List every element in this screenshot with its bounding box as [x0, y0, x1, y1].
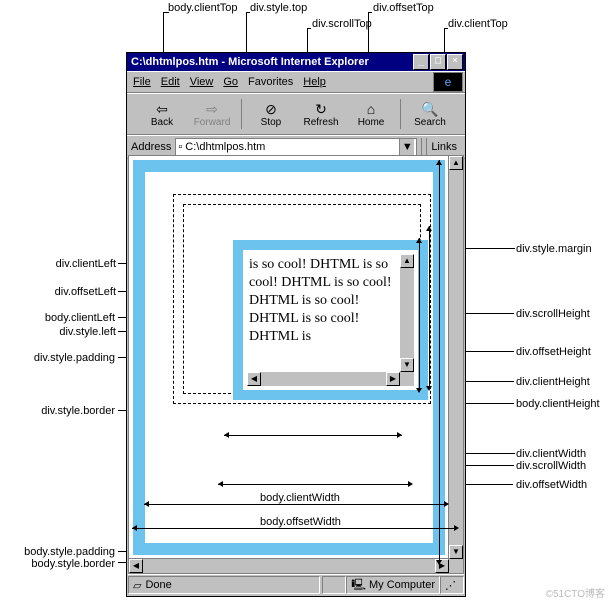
lbl-div-clientWidth: div.clientWidth	[516, 448, 586, 460]
lbl-div-clientHeight: div.clientHeight	[516, 376, 590, 388]
lbl-div-scrollWidth: div.scrollWidth	[516, 460, 586, 472]
viewport: is so cool! DHTML is so cool! DHTML is s…	[128, 155, 464, 574]
lbl-div-offsetWidth: div.offsetWidth	[516, 479, 587, 491]
div-scrollbar-v[interactable]: ▲ ▼	[400, 254, 414, 372]
lbl-div-clientTop: div.clientTop	[448, 18, 508, 30]
back-button[interactable]: ⇦Back	[137, 101, 187, 128]
chevron-down-icon[interactable]: ▼	[399, 139, 414, 155]
forward-arrow-icon: ⇨	[206, 101, 218, 117]
menu-file[interactable]: File	[133, 76, 151, 88]
lbl-div-clientLeft: div.clientLeft	[26, 258, 116, 270]
arrow-div-clientWidth	[224, 435, 402, 436]
div-padding: is so cool! DHTML is so cool! DHTML is s…	[243, 250, 418, 390]
minimize-button[interactable]: _	[413, 54, 429, 70]
line	[163, 12, 169, 13]
scroll-corner	[449, 559, 463, 573]
window-title: C:\dhtmlpos.htm - Microsoft Internet Exp…	[129, 56, 413, 68]
lbl-div-style-padding: div.style.padding	[5, 352, 115, 364]
scroll-up-icon[interactable]: ▲	[400, 254, 414, 268]
scroll-down-icon[interactable]: ▼	[449, 545, 463, 559]
links-label[interactable]: Links	[426, 138, 461, 156]
lbl-div-offsetHeight: div.offsetHeight	[516, 346, 591, 358]
lbl-body-clientWidth: body.clientWidth	[260, 492, 340, 504]
refresh-icon: ↻	[315, 101, 327, 117]
scroll-right-icon[interactable]: ▶	[386, 372, 400, 386]
div-element: is so cool! DHTML is so cool! DHTML is s…	[233, 240, 428, 400]
back-arrow-icon: ⇦	[156, 101, 168, 117]
menubar: File Edit View Go Favorites Help e	[127, 71, 465, 93]
line	[368, 12, 372, 13]
separator	[421, 138, 422, 156]
maximize-button[interactable]: □	[430, 54, 446, 70]
lbl-body-clientLeft: body.clientLeft	[5, 312, 115, 324]
refresh-button[interactable]: ↻Refresh	[296, 101, 346, 128]
lbl-div-scrollHeight: div.scrollHeight	[516, 308, 590, 320]
lbl-body-offsetWidth: body.offsetWidth	[260, 516, 341, 528]
menu-edit[interactable]: Edit	[161, 76, 180, 88]
toolbar: ⇦Back ⇨Forward ⊘Stop ↻Refresh ⌂Home 🔍Sea…	[127, 93, 465, 135]
scroll-left-icon[interactable]: ◀	[247, 372, 261, 386]
arrow-body-offsetWidth	[132, 528, 454, 529]
lbl-div-scrollTop: div.scrollTop	[312, 18, 372, 30]
close-button[interactable]: ×	[447, 54, 463, 70]
line	[444, 28, 448, 29]
status-spacer	[322, 576, 346, 594]
address-label: Address	[131, 141, 171, 153]
div-scrollbar-h[interactable]: ◀ ▶	[247, 372, 400, 386]
arrow-body-clientHeight	[439, 160, 440, 560]
scroll-up-icon[interactable]: ▲	[449, 156, 463, 170]
lbl-div-offsetLeft: div.offsetLeft	[26, 286, 116, 298]
watermark: ©51CTO博客	[546, 585, 605, 600]
forward-button[interactable]: ⇨Forward	[187, 101, 237, 128]
lbl-div-style-top: div.style.top	[250, 2, 307, 14]
lbl-body-style-border: body.style.border	[0, 558, 115, 570]
search-button[interactable]: 🔍Search	[405, 101, 455, 128]
lbl-div-style-border: div.style.border	[10, 405, 115, 417]
div-content: is so cool! DHTML is so cool! DHTML is s…	[247, 254, 400, 372]
home-icon: ⌂	[367, 101, 375, 117]
menu-go[interactable]: Go	[223, 76, 238, 88]
menu-favorites[interactable]: Favorites	[248, 76, 293, 88]
status-zone: 🖳My Computer	[346, 576, 440, 594]
home-button[interactable]: ⌂Home	[346, 101, 396, 128]
line	[246, 12, 250, 13]
separator	[241, 99, 242, 129]
lbl-body-clientHeight: body.clientHeight	[516, 398, 600, 410]
body-padding: is so cool! DHTML is so cool! DHTML is s…	[145, 172, 433, 543]
lbl-body-clientTop: body.clientTop	[168, 2, 238, 14]
address-value: C:\dhtmlpos.htm	[185, 139, 265, 155]
stop-button[interactable]: ⊘Stop	[246, 101, 296, 128]
lbl-div-style-margin: div.style.margin	[516, 243, 592, 255]
stop-icon: ⊘	[265, 101, 277, 117]
titlebar[interactable]: C:\dhtmlpos.htm - Microsoft Internet Exp…	[127, 53, 465, 71]
menu-view[interactable]: View	[190, 76, 214, 88]
resize-grip-icon[interactable]: ⋰	[440, 576, 464, 594]
line	[307, 28, 311, 29]
search-icon: 🔍	[421, 101, 438, 117]
arrow-body-clientWidth	[144, 504, 444, 505]
arrow-div-scrollHeight	[419, 238, 420, 388]
scroll-corner	[400, 372, 414, 386]
arrow-div-offsetHeight	[429, 226, 430, 386]
arrow-div-offsetWidth	[218, 484, 412, 485]
scroll-left-icon[interactable]: ◀	[129, 559, 143, 573]
scroll-down-icon[interactable]: ▼	[400, 358, 414, 372]
computer-icon: 🖳	[351, 576, 366, 595]
lbl-div-offsetTop: div.offsetTop	[373, 2, 434, 14]
status-done: ▱Done	[128, 576, 320, 594]
separator	[400, 99, 401, 129]
menu-help[interactable]: Help	[303, 76, 326, 88]
lbl-body-style-padding: body.style.padding	[0, 546, 115, 558]
lbl-div-style-left: div.style.left	[26, 326, 116, 338]
ie-logo-icon: e	[433, 72, 463, 92]
div-border: is so cool! DHTML is so cool! DHTML is s…	[233, 240, 428, 400]
statusbar: ▱Done 🖳My Computer ⋰	[128, 574, 464, 595]
page-icon: ▱	[133, 579, 141, 592]
address-input[interactable]: ▫ C:\dhtmlpos.htm ▼	[175, 138, 417, 156]
viewport-scrollbar-v[interactable]: ▲ ▼	[448, 156, 463, 559]
viewport-scrollbar-h[interactable]: ◀ ▶	[129, 558, 449, 573]
page-icon: ▫	[178, 139, 182, 155]
